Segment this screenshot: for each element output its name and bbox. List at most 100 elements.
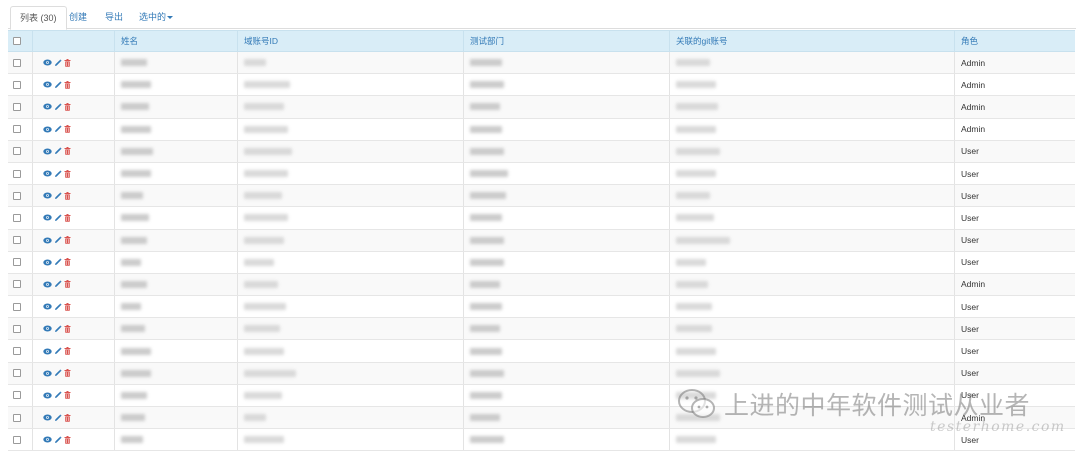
eye-icon[interactable] — [43, 170, 52, 177]
eye-icon[interactable] — [43, 214, 52, 221]
trash-icon[interactable] — [64, 302, 71, 311]
eye-icon[interactable] — [43, 281, 52, 288]
table-row[interactable]: Admin — [8, 273, 1075, 297]
table-row[interactable]: User — [8, 340, 1075, 363]
row-checkbox[interactable] — [13, 391, 21, 400]
pencil-icon[interactable] — [54, 81, 62, 89]
table-row[interactable]: User — [8, 251, 1075, 274]
table-row[interactable]: User — [8, 162, 1075, 186]
table-row[interactable]: Admin — [8, 118, 1075, 141]
pencil-icon[interactable] — [54, 436, 62, 444]
column-header-role[interactable]: 角色 — [954, 31, 1075, 51]
pencil-icon[interactable] — [54, 325, 62, 333]
eye-icon[interactable] — [43, 436, 52, 443]
table-row[interactable]: Admin — [8, 96, 1075, 119]
row-checkbox[interactable] — [13, 169, 21, 178]
table-row[interactable]: Admin — [8, 52, 1075, 75]
tab-create[interactable]: 创建 — [60, 6, 96, 29]
row-checkbox[interactable] — [13, 102, 21, 111]
trash-icon[interactable] — [64, 280, 71, 289]
trash-icon[interactable] — [64, 413, 71, 422]
trash-icon[interactable] — [64, 147, 71, 156]
eye-icon[interactable] — [43, 237, 52, 244]
select-all-checkbox[interactable] — [13, 37, 21, 45]
trash-icon[interactable] — [64, 169, 71, 178]
table-row[interactable]: User — [8, 318, 1075, 341]
eye-icon[interactable] — [43, 59, 52, 66]
pencil-icon[interactable] — [54, 169, 62, 178]
pencil-icon[interactable] — [54, 192, 62, 200]
trash-icon[interactable] — [64, 324, 71, 333]
column-header-git-account[interactable]: 关联的git账号 — [669, 31, 954, 51]
table-row[interactable]: User — [8, 429, 1075, 451]
row-checkbox[interactable] — [13, 347, 21, 356]
eye-icon[interactable] — [43, 370, 52, 377]
pencil-icon[interactable] — [54, 147, 62, 155]
row-checkbox[interactable] — [13, 236, 21, 245]
row-checkbox[interactable] — [13, 302, 21, 311]
pencil-icon[interactable] — [54, 258, 62, 266]
table-row[interactable]: Admin — [8, 74, 1075, 97]
pencil-icon[interactable] — [54, 303, 62, 311]
eye-icon[interactable] — [43, 303, 52, 310]
eye-icon[interactable] — [43, 148, 52, 155]
trash-icon[interactable] — [64, 391, 71, 400]
eye-icon[interactable] — [43, 348, 52, 355]
row-checkbox[interactable] — [13, 324, 21, 333]
eye-icon[interactable] — [43, 414, 52, 421]
table-row[interactable]: User — [8, 140, 1075, 163]
tab-selected-dropdown[interactable]: 选中的 — [130, 6, 182, 29]
trash-icon[interactable] — [64, 435, 71, 444]
pencil-icon[interactable] — [54, 391, 62, 399]
row-checkbox[interactable] — [13, 280, 21, 289]
tab-list[interactable]: 列表 (30) — [10, 6, 67, 30]
table-row[interactable]: User — [8, 185, 1075, 208]
row-checkbox[interactable] — [13, 369, 21, 378]
pencil-icon[interactable] — [54, 214, 62, 222]
trash-icon[interactable] — [64, 102, 71, 111]
row-checkbox[interactable] — [13, 80, 21, 89]
row-checkbox[interactable] — [13, 435, 21, 444]
trash-icon[interactable] — [64, 369, 71, 378]
row-checkbox[interactable] — [13, 213, 21, 222]
redacted-name — [121, 391, 147, 399]
trash-icon[interactable] — [64, 258, 71, 267]
pencil-icon[interactable] — [54, 280, 62, 288]
pencil-icon[interactable] — [54, 414, 62, 422]
row-checkbox[interactable] — [13, 58, 21, 67]
eye-icon[interactable] — [43, 325, 52, 332]
trash-icon[interactable] — [64, 125, 71, 133]
pencil-icon[interactable] — [54, 369, 62, 377]
column-header-name[interactable]: 姓名 — [114, 31, 237, 51]
eye-icon[interactable] — [43, 259, 52, 266]
pencil-icon[interactable] — [54, 125, 62, 133]
table-row[interactable]: User — [8, 362, 1075, 385]
eye-icon[interactable] — [43, 192, 52, 199]
trash-icon[interactable] — [64, 347, 71, 355]
eye-icon[interactable] — [43, 81, 52, 88]
column-header-department[interactable]: 测试部门 — [463, 31, 669, 51]
column-header-domain-id[interactable]: 域账号ID — [237, 31, 463, 51]
pencil-icon[interactable] — [54, 59, 62, 67]
redacted-name — [121, 414, 145, 422]
trash-icon[interactable] — [64, 191, 71, 200]
row-checkbox[interactable] — [13, 125, 21, 134]
eye-icon[interactable] — [43, 103, 52, 110]
eye-icon[interactable] — [43, 126, 52, 133]
tab-export[interactable]: 导出 — [96, 6, 132, 29]
eye-icon[interactable] — [43, 392, 52, 399]
row-checkbox[interactable] — [13, 191, 21, 200]
row-checkbox[interactable] — [13, 147, 21, 156]
trash-icon[interactable] — [64, 213, 71, 222]
trash-icon[interactable] — [64, 236, 71, 244]
table-row[interactable]: User — [8, 229, 1075, 252]
row-checkbox[interactable] — [13, 413, 21, 422]
table-row[interactable]: User — [8, 207, 1075, 230]
trash-icon[interactable] — [64, 80, 71, 89]
row-checkbox[interactable] — [13, 258, 21, 267]
pencil-icon[interactable] — [54, 347, 62, 355]
pencil-icon[interactable] — [54, 236, 62, 244]
table-row[interactable]: User — [8, 296, 1075, 319]
pencil-icon[interactable] — [54, 103, 62, 111]
trash-icon[interactable] — [64, 58, 71, 67]
